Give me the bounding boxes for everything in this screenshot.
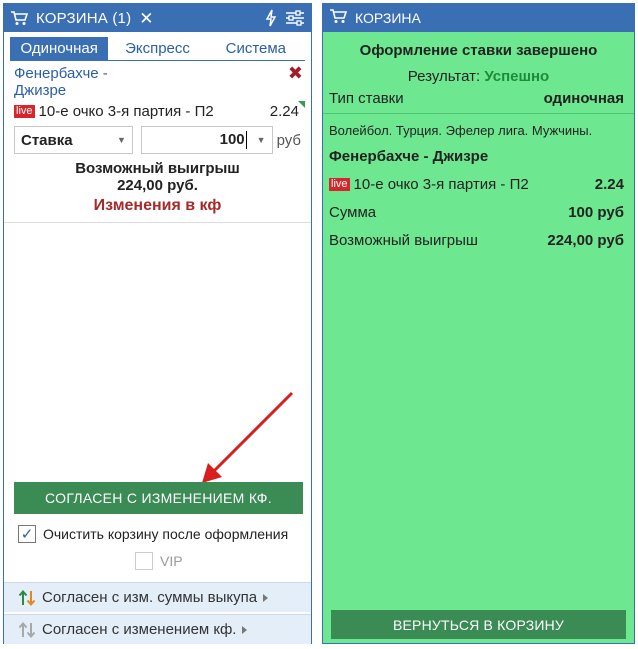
live-badge: live bbox=[14, 105, 35, 118]
bet-result-label: Результат: bbox=[407, 68, 481, 85]
odds-change-notice: Изменения в кф bbox=[93, 197, 222, 214]
stake-row: Ставка ▼ 100 ▼ руб bbox=[4, 120, 311, 154]
chevron-down-icon: ▼ bbox=[256, 135, 266, 145]
possible-win-row: Возможный выигрыш 224,00 руб bbox=[323, 232, 634, 249]
lightning-icon[interactable] bbox=[265, 9, 277, 27]
cart-icon bbox=[10, 9, 30, 27]
back-to-cart-button[interactable]: ВЕРНУТЬСЯ В КОРЗИНУ bbox=[331, 610, 626, 639]
red-arrow-annotation bbox=[202, 391, 294, 483]
accept-odds-change-option[interactable]: Согласен с изменением кф. bbox=[4, 614, 311, 644]
stake-amount-input[interactable]: 100 ▼ bbox=[140, 126, 273, 154]
accept-odds-change-label: Согласен с изменением кф. bbox=[42, 621, 237, 638]
bet-slip-title: КОРЗИНА (1) bbox=[36, 9, 132, 27]
odds-change-indicator-icon bbox=[298, 101, 305, 108]
sliders-icon[interactable] bbox=[285, 10, 305, 26]
match-name: Фенербахче - Джизре bbox=[329, 148, 489, 165]
bet-odds: 2.24 bbox=[269, 103, 299, 120]
bet-selection-row: live 10-е очко 3-я партия - П2 2.24 bbox=[4, 99, 311, 120]
bet-sum-row: Сумма 100 руб bbox=[323, 204, 634, 221]
clear-cart-option[interactable]: ✓ Очистить корзину после оформления bbox=[18, 525, 288, 543]
vip-label: VIP bbox=[160, 553, 183, 569]
clear-cart-checkbox[interactable]: ✓ bbox=[18, 525, 36, 543]
bet-type-value: одиночная bbox=[543, 90, 624, 107]
bet-type-row: Тип ставки одиночная bbox=[323, 90, 634, 107]
stake-amount-value: 100 bbox=[219, 130, 247, 150]
event-block: Фенербахче - Джизре ✖ bbox=[4, 61, 311, 108]
vip-option[interactable]: VIP bbox=[135, 552, 183, 570]
tab-system[interactable]: Система bbox=[207, 37, 305, 60]
cart-icon bbox=[329, 8, 348, 28]
stake-type-select[interactable]: Ставка ▼ bbox=[14, 126, 133, 154]
clear-cart-label: Очистить корзину после оформления bbox=[43, 526, 289, 542]
sport-league: Волейбол. Турция. Эфелер лига. Мужчины. bbox=[329, 123, 593, 138]
stake-type-value: Ставка bbox=[21, 131, 73, 149]
accept-odds-change-button[interactable]: СОГЛАСЕН С ИЗМЕНЕНИЕМ КФ. bbox=[14, 482, 303, 514]
bet-type-tabs: Одиночная Экспресс Система bbox=[10, 37, 305, 61]
chevron-right-icon bbox=[263, 593, 269, 602]
bet-result-value: Успешно bbox=[484, 68, 550, 85]
event-name[interactable]: Фенербахче - Джизре bbox=[14, 65, 164, 99]
bet-odds: 2.24 bbox=[594, 176, 624, 193]
bet-sum-value: 100 руб bbox=[568, 204, 624, 221]
possible-win-label: Возможный выигрыш bbox=[329, 232, 478, 249]
bet-sum-label: Сумма bbox=[329, 204, 377, 221]
bet-selection-row: live 10-е очко 3-я партия - П2 2.24 bbox=[323, 165, 634, 193]
accept-buyout-change-label: Согласен с изм. суммы выкупа bbox=[42, 589, 258, 606]
remove-bet-icon[interactable]: ✖ bbox=[288, 63, 303, 84]
up-down-arrows-icon bbox=[18, 589, 36, 607]
possible-win-label: Возможный выигрыш bbox=[75, 160, 240, 177]
live-badge: live bbox=[329, 178, 350, 191]
possible-win-value: 224,00 руб bbox=[547, 232, 624, 249]
possible-win-amount: 224,00 руб. bbox=[117, 177, 198, 194]
bet-selection: 10-е очко 3-я партия - П2 bbox=[38, 103, 214, 120]
up-down-arrows-icon bbox=[18, 621, 36, 639]
tab-express[interactable]: Экспресс bbox=[108, 37, 206, 60]
close-icon[interactable]: ✕ bbox=[139, 10, 153, 27]
bet-result: Результат: Успешно bbox=[323, 68, 634, 85]
bet-slip-header: КОРЗИНА (1) ✕ bbox=[4, 4, 311, 32]
bet-slip-panel: КОРЗИНА (1) ✕ Одиночная Экспресс Система… bbox=[3, 3, 312, 644]
possible-win: Возможный выигрыш 224,00 руб. bbox=[4, 160, 311, 194]
confirmation-header: КОРЗИНА bbox=[323, 4, 634, 32]
chevron-right-icon bbox=[242, 625, 248, 634]
accept-buyout-change-option[interactable]: Согласен с изм. суммы выкупа bbox=[4, 582, 311, 612]
bet-confirmation-panel: КОРЗИНА Оформление ставки завершено Резу… bbox=[322, 3, 635, 644]
chevron-down-icon: ▼ bbox=[116, 135, 126, 145]
confirmation-title: Оформление ставки завершено bbox=[359, 42, 598, 59]
tab-single[interactable]: Одиночная bbox=[10, 37, 109, 60]
stake-currency: руб bbox=[276, 131, 301, 149]
divider bbox=[4, 222, 311, 223]
confirmation-header-title: КОРЗИНА bbox=[355, 10, 421, 26]
bet-type-label: Тип ставки bbox=[329, 90, 404, 107]
vip-checkbox[interactable] bbox=[135, 552, 153, 570]
bet-selection: 10-е очко 3-я партия - П2 bbox=[353, 176, 529, 193]
